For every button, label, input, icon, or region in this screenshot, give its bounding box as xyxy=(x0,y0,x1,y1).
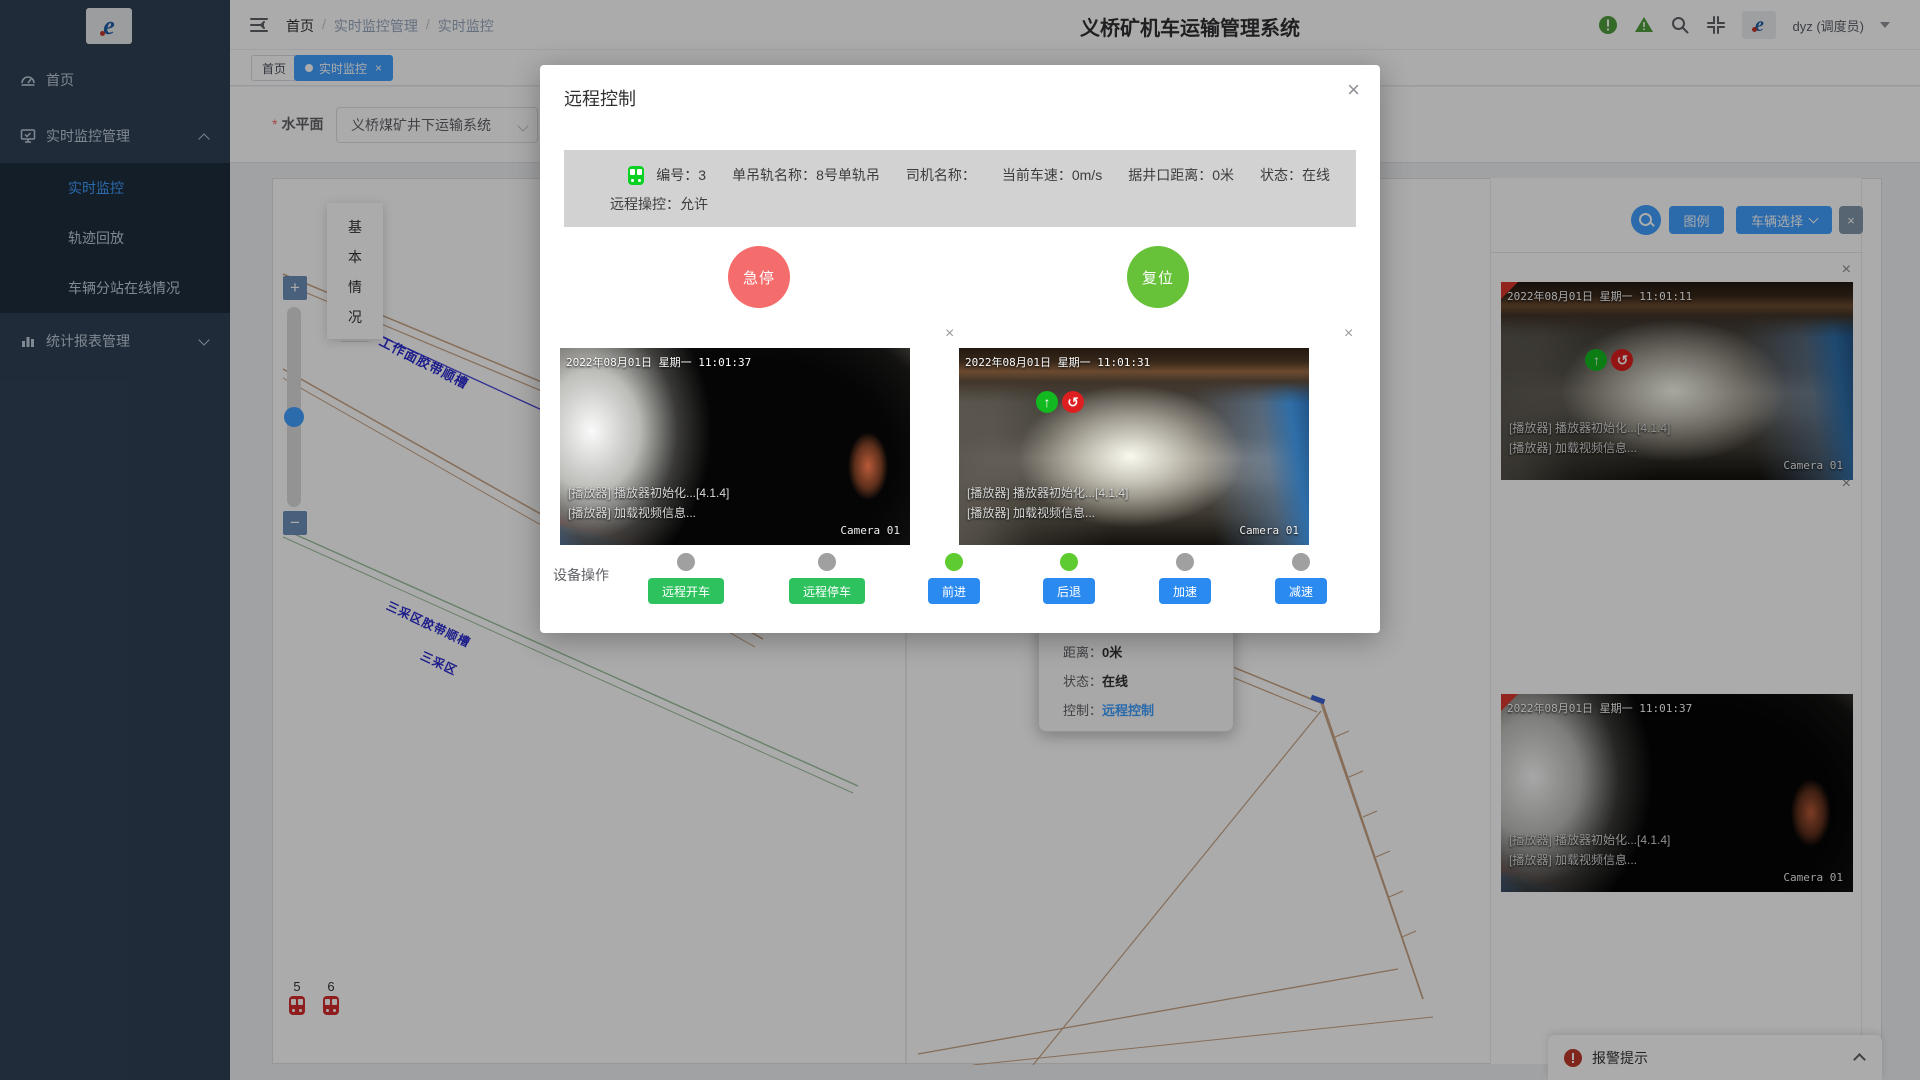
camera-label: Camera 01 xyxy=(1239,524,1299,537)
remote-start-button[interactable]: 远程开车 xyxy=(648,578,724,604)
remote-stop-button[interactable]: 远程停车 xyxy=(789,578,865,604)
info-field: 司机名称： xyxy=(906,165,976,185)
info-field: 状态：在线 xyxy=(1260,165,1330,185)
live-video-left[interactable]: 2022年08月01日 星期一 11:01:37 [播放器] 播放器初始化...… xyxy=(560,348,910,545)
player-status-line: [播放器] 加载视频信息... xyxy=(568,504,696,521)
modal-close-icon[interactable]: × xyxy=(1347,79,1360,101)
decelerate-button[interactable]: 减速 xyxy=(1275,578,1327,604)
info-field: 当前车速：0m/s xyxy=(1002,165,1102,185)
info-label: 编号： xyxy=(656,167,698,183)
device-op-remote-start: 远程开车 xyxy=(636,553,736,604)
reset-button[interactable]: 复位 xyxy=(1127,246,1189,308)
info-label: 远程操控： xyxy=(610,196,680,212)
button-label: 加速 xyxy=(1173,585,1197,599)
button-label: 减速 xyxy=(1289,585,1313,599)
info-label: 当前车速： xyxy=(1002,167,1072,183)
reset-label: 复位 xyxy=(1142,267,1174,288)
button-label: 远程停车 xyxy=(803,585,851,599)
camera-label: Camera 01 xyxy=(840,524,900,537)
online-train-icon xyxy=(628,166,644,185)
button-label: 前进 xyxy=(942,585,966,599)
device-op-forward: 前进 xyxy=(904,553,1004,604)
direction-indicators: ↑ ↺ xyxy=(1036,391,1084,413)
status-dot xyxy=(677,553,695,571)
info-field: 编号：3 xyxy=(656,165,706,185)
info-label: 司机名称： xyxy=(906,167,976,183)
device-op-remote-stop: 远程停车 xyxy=(777,553,877,604)
info-value: 0m/s xyxy=(1072,167,1102,183)
emergency-stop-label: 急停 xyxy=(743,267,775,288)
info-value: 3 xyxy=(698,167,706,183)
vehicle-info-line2: 远程操控：允许 xyxy=(598,194,1356,214)
info-label: 据井口距离： xyxy=(1128,167,1212,183)
up-arrow-indicator-icon: ↑ xyxy=(1036,391,1058,413)
video-close-icon[interactable]: × xyxy=(1344,326,1353,342)
info-value: 0米 xyxy=(1212,167,1234,183)
live-video-right[interactable]: 2022年08月01日 星期一 11:01:31 ↑ ↺ [播放器] 播放器初始… xyxy=(959,348,1309,545)
button-label: 远程开车 xyxy=(662,585,710,599)
info-label: 状态： xyxy=(1260,167,1302,183)
info-label: 单吊轨名称： xyxy=(732,167,816,183)
app-root: e 首页 实时监控管理 实时监控 轨迹回放 车辆分站在线情况 统计报表管理 首页 xyxy=(0,0,1920,1080)
video-timestamp: 2022年08月01日 星期一 11:01:31 xyxy=(965,354,1150,370)
remote-control-modal: 远程控制 × 编号：3 单吊轨名称：8号单轨吊 司机名称： 当前车速：0m/s … xyxy=(540,65,1380,633)
backward-button[interactable]: 后退 xyxy=(1043,578,1095,604)
video-timestamp: 2022年08月01日 星期一 11:01:37 xyxy=(566,354,751,370)
device-ops-label: 设备操作 xyxy=(553,565,609,585)
player-status-line: [播放器] 加载视频信息... xyxy=(967,504,1095,521)
device-op-accelerate: 加速 xyxy=(1135,553,1235,604)
accelerate-button[interactable]: 加速 xyxy=(1159,578,1211,604)
status-dot xyxy=(1060,553,1078,571)
emergency-stop-button[interactable]: 急停 xyxy=(728,246,790,308)
device-op-backward: 后退 xyxy=(1019,553,1119,604)
vehicle-info-line1: 编号：3 单吊轨名称：8号单轨吊 司机名称： 当前车速：0m/s 据井口距离：0… xyxy=(598,165,1356,185)
status-dot xyxy=(1292,553,1310,571)
info-field: 据井口距离：0米 xyxy=(1128,165,1234,185)
info-value: 在线 xyxy=(1302,167,1330,183)
vehicle-info-bar: 编号：3 单吊轨名称：8号单轨吊 司机名称： 当前车速：0m/s 据井口距离：0… xyxy=(564,150,1356,227)
status-dot xyxy=(818,553,836,571)
status-dot xyxy=(1176,553,1194,571)
uturn-indicator-icon: ↺ xyxy=(1062,391,1084,413)
modal-title: 远程控制 xyxy=(564,85,636,111)
device-op-decelerate: 减速 xyxy=(1251,553,1351,604)
player-status-line: [播放器] 播放器初始化...[4.1.4] xyxy=(967,484,1128,501)
status-dot xyxy=(945,553,963,571)
video-close-icon[interactable]: × xyxy=(945,326,954,342)
info-value: 允许 xyxy=(680,196,708,212)
info-value: 8号单轨吊 xyxy=(816,167,880,183)
player-status-line: [播放器] 播放器初始化...[4.1.4] xyxy=(568,484,729,501)
info-field: 单吊轨名称：8号单轨吊 xyxy=(732,165,880,185)
button-label: 后退 xyxy=(1057,585,1081,599)
forward-button[interactable]: 前进 xyxy=(928,578,980,604)
